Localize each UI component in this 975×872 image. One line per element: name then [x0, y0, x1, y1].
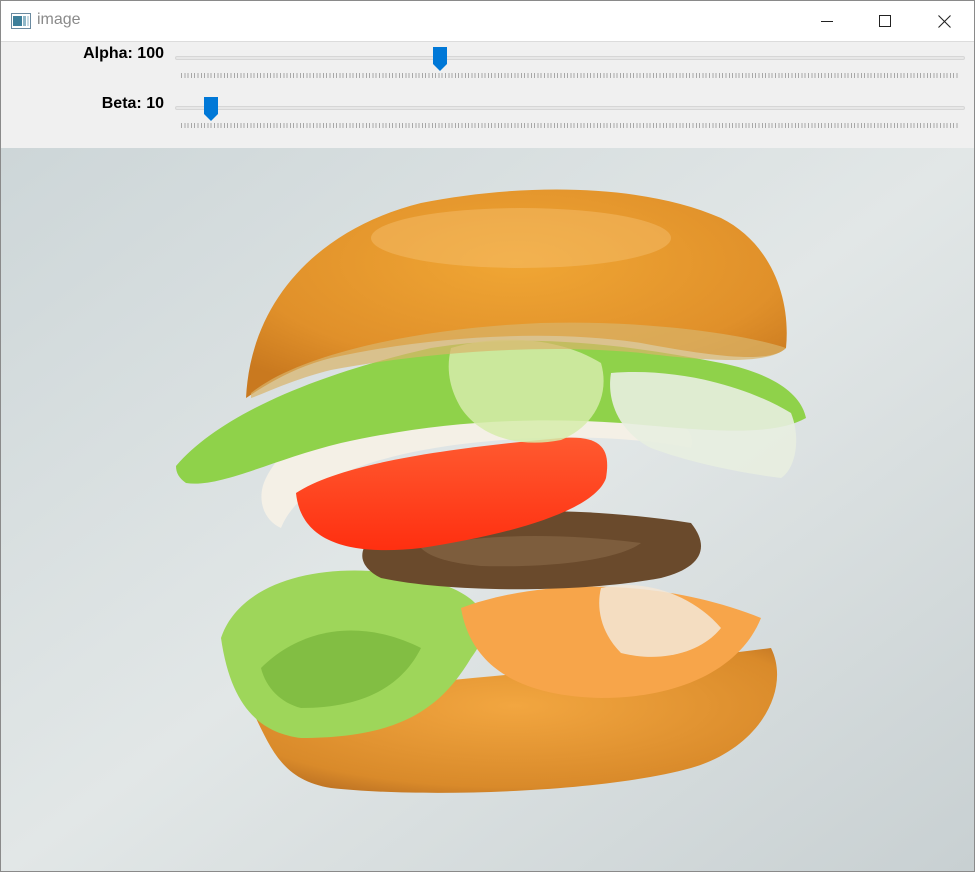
alpha-slider-thumb[interactable] [432, 47, 447, 71]
alpha-slider[interactable] [175, 42, 965, 82]
beta-slider-thumb[interactable] [204, 97, 219, 121]
alpha-label: Alpha: 100 [83, 45, 164, 62]
close-icon [937, 14, 951, 28]
burger-image [1, 148, 974, 871]
beta-label: Beta: 10 [101, 95, 164, 112]
trackbar-panel: Alpha: 100 Beta: 10 [1, 42, 974, 148]
top-bun-highlight [371, 208, 671, 268]
minimize-button[interactable] [798, 1, 856, 41]
maximize-icon [879, 15, 891, 27]
alpha-slider-ticks [181, 73, 959, 78]
alpha-trackbar-row: Alpha: 100 [1, 42, 974, 92]
close-button[interactable] [915, 1, 973, 41]
image-display [1, 148, 974, 871]
maximize-button[interactable] [856, 1, 914, 41]
title-bar[interactable]: image [1, 1, 974, 42]
window-app-icon [11, 13, 31, 29]
window-title: image [37, 11, 81, 28]
beta-slider-ticks [181, 123, 959, 128]
beta-trackbar-row: Beta: 10 [1, 92, 974, 142]
alpha-slider-track[interactable] [175, 56, 965, 60]
app-window: image Alpha: 100 Beta: 10 [0, 0, 975, 872]
minimize-icon [821, 21, 833, 22]
beta-slider-track[interactable] [175, 106, 965, 110]
beta-slider[interactable] [175, 92, 965, 132]
